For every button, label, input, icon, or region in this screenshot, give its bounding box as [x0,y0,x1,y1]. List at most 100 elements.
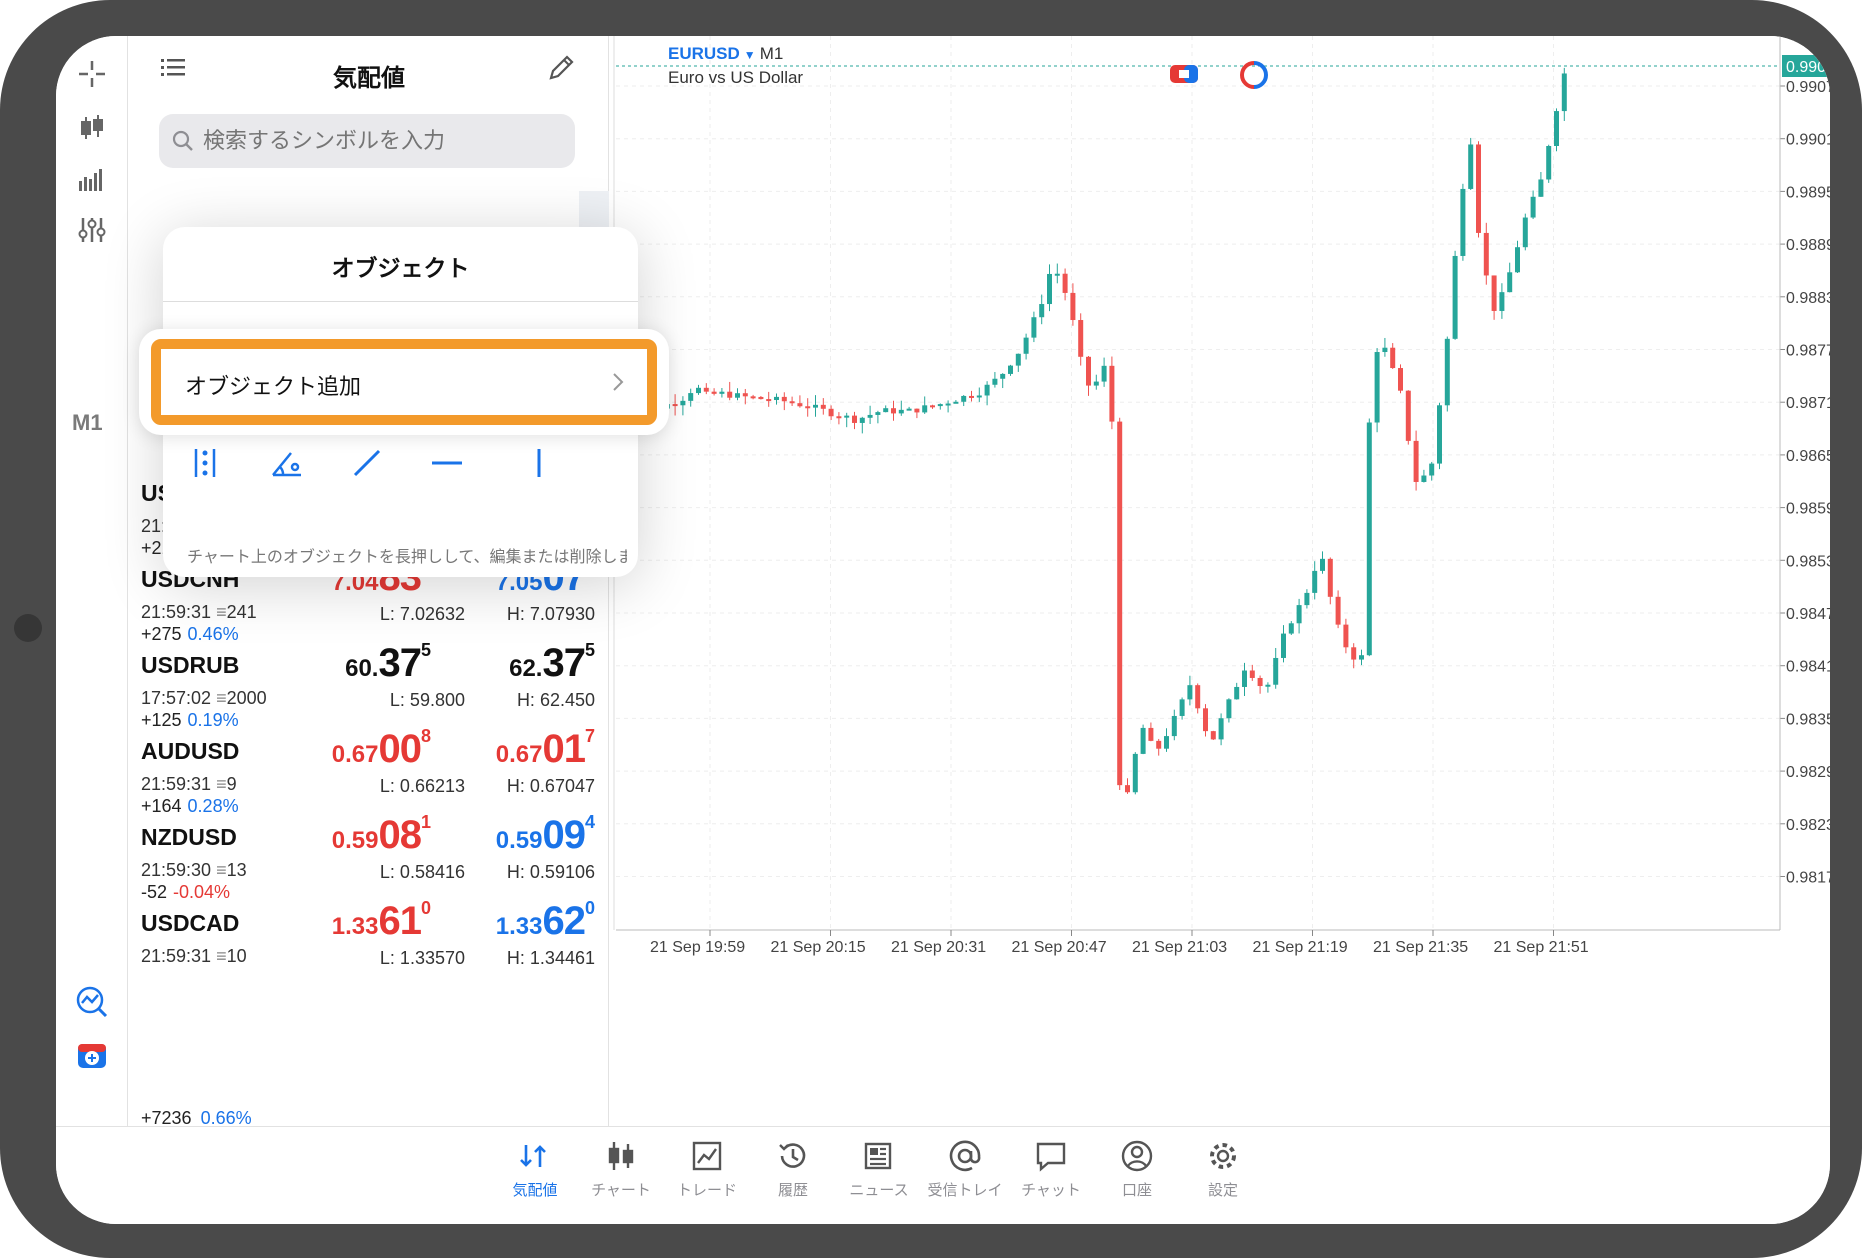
symbol-name: AUDUSD [141,738,240,764]
price-tick-label: 0.98830 [1786,290,1830,307]
tab-settings[interactable]: 設定 [1178,1139,1268,1200]
change-points: -52 [141,882,168,902]
candle-bear [1343,624,1349,648]
candle-bull [1054,273,1060,276]
crosshair-icon[interactable] [72,54,112,94]
price-tick-label: 0.98170 [1786,870,1830,887]
add-window-icon[interactable] [72,1036,112,1076]
candle-bull [1008,365,1013,374]
depth-of-market-icon[interactable] [1239,60,1269,94]
candle-bear [1062,273,1068,293]
vertical-line-icon[interactable] [519,443,559,483]
candle-bull [961,395,967,402]
mailbox-icon [949,1140,981,1172]
candle-bull [1265,684,1271,687]
daily-change: -52 -0.04% [141,882,230,903]
price-tick-label: 0.98950 [1786,184,1830,201]
tab-news[interactable]: ニュース [834,1139,924,1200]
candle-bull [1047,273,1052,305]
change-percent: -0.04% [173,882,231,902]
candle-bear [820,404,826,409]
candle-bull [1000,373,1006,379]
candle-bear [672,404,678,407]
edit-pencil-icon[interactable] [547,52,577,82]
candle-bull [844,415,850,418]
candle-bear [1195,685,1201,709]
spread-icon: ≡ [216,946,227,966]
tab-trade[interactable]: トレード [662,1139,752,1200]
candle-bull [688,393,694,401]
chart-description: Euro vs US Dollar [668,68,804,87]
candle-bear [727,391,733,398]
daily-change: +164 0.28% [141,796,239,817]
popover-hint: チャート上のオブジェクトを長押しして、編集または削除します [187,547,627,566]
candle-bull [1429,463,1435,476]
tab-chat[interactable]: チャット [1006,1139,1096,1200]
add-object-button[interactable]: オブジェクト追加 [151,339,657,425]
one-click-trade-icon[interactable] [1169,63,1199,89]
candle-bull [1554,111,1559,146]
tab-chart[interactable]: チャート [576,1139,666,1200]
quote-row-usdcad[interactable]: -52 -0.04% USDCAD 21:59:31 ≡10 1.33610 1.3362… [129,876,609,977]
candle-bear [1398,368,1403,391]
candle-bear [1327,558,1333,597]
candle-bull [1304,592,1310,606]
price-tick-label: 0.98470 [1786,606,1830,623]
candle-bull [1132,753,1138,793]
candle-bear [1109,365,1115,422]
chart-header: EURUSD ▼ M1 [668,44,783,64]
time-tick-label: 21 Sep 21:51 [1494,939,1589,956]
current-price-label: 0.99092 [1786,59,1830,76]
objects-tools-icon[interactable] [72,210,112,250]
candle-bear [766,399,772,402]
price-chart[interactable]: 0.99070 0.99010 0.98950 0.98890 0.98830 0.987… [610,36,1830,1126]
candle-bear [1483,232,1489,276]
bid-price: 0.59081 [331,812,431,857]
timeframe-button[interactable]: M1 [72,410,103,436]
candle-bear [1249,670,1255,678]
time-tick-label: 21 Sep 21:35 [1373,939,1468,956]
candle-bull [1437,405,1442,464]
tab-quotes[interactable]: 気配値 [490,1139,580,1200]
price-tick-label: 0.98530 [1786,553,1830,570]
tab-account[interactable]: 口座 [1092,1139,1182,1200]
angle-icon[interactable] [267,443,307,483]
symbol-dropdown-icon[interactable]: ▼ [744,48,756,62]
candle-bear [1117,421,1123,786]
candle-bear [891,408,896,414]
candle-bull [984,384,990,396]
candle-bull [1234,686,1240,700]
candle-bull [1320,558,1325,571]
candle-bull [1101,365,1107,382]
candle-bull [1312,570,1318,593]
symbol-search-box[interactable] [159,114,575,168]
news-icon [864,1142,892,1170]
price-tick-label: 0.98650 [1786,448,1830,465]
price-tick-label: 0.98710 [1786,395,1830,412]
time-tick-label: 21 Sep 20:15 [771,939,866,956]
candle-bull [1226,699,1232,719]
indicators-icon[interactable] [72,158,112,198]
bid-price: 1.33610 [331,898,431,943]
fibonacci-icon[interactable] [187,443,227,483]
candlestick-chart[interactable]: 0.99070 0.99010 0.98950 0.98890 0.98830 0.987… [610,36,1830,1126]
trendline-icon[interactable] [347,443,387,483]
candle-bear [1070,292,1076,321]
low-price: L: 1.33570 [379,948,465,968]
bid-price: 0.67008 [331,726,431,771]
price-tick-label: 0.98770 [1786,343,1830,360]
candle-bear [789,401,795,404]
candle-bull [1468,144,1474,189]
tab-mailbox[interactable]: 受信トレイ [920,1139,1010,1200]
trading-signals-icon[interactable] [72,982,112,1022]
candle-bull [1187,685,1193,700]
candle-bear [1156,740,1162,749]
search-input[interactable] [203,128,563,154]
chevron-right-icon [613,373,624,391]
chart-symbol[interactable]: EURUSD [668,44,740,63]
tab-history[interactable]: 履歴 [748,1139,838,1200]
candle-bull [867,414,873,418]
candle-bull [1031,317,1037,338]
horizontal-line-icon[interactable] [427,443,467,483]
candlestick-type-icon[interactable] [72,108,112,148]
